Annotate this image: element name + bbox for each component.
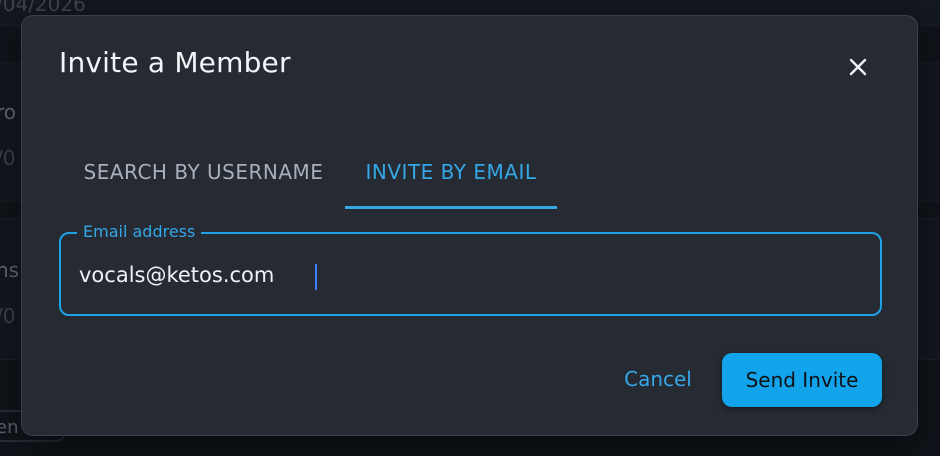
cancel-button[interactable]: Cancel bbox=[613, 354, 703, 404]
email-input[interactable] bbox=[79, 260, 839, 290]
close-icon bbox=[849, 58, 867, 76]
tab-invite-by-email[interactable]: INVITE BY EMAIL bbox=[345, 149, 557, 209]
invite-tabs: SEARCH BY USERNAME INVITE BY EMAIL bbox=[62, 149, 622, 209]
dialog-title: Invite a Member bbox=[59, 46, 291, 79]
send-invite-button[interactable]: Send Invite bbox=[722, 353, 882, 407]
tab-search-by-username[interactable]: SEARCH BY USERNAME bbox=[62, 149, 345, 209]
invite-member-dialog: Invite a Member SEARCH BY USERNAME INVIT… bbox=[21, 15, 918, 436]
email-field-label: Email address bbox=[77, 222, 202, 242]
text-cursor bbox=[315, 264, 317, 290]
email-field[interactable]: Email address bbox=[59, 222, 882, 316]
close-button[interactable] bbox=[840, 49, 876, 85]
